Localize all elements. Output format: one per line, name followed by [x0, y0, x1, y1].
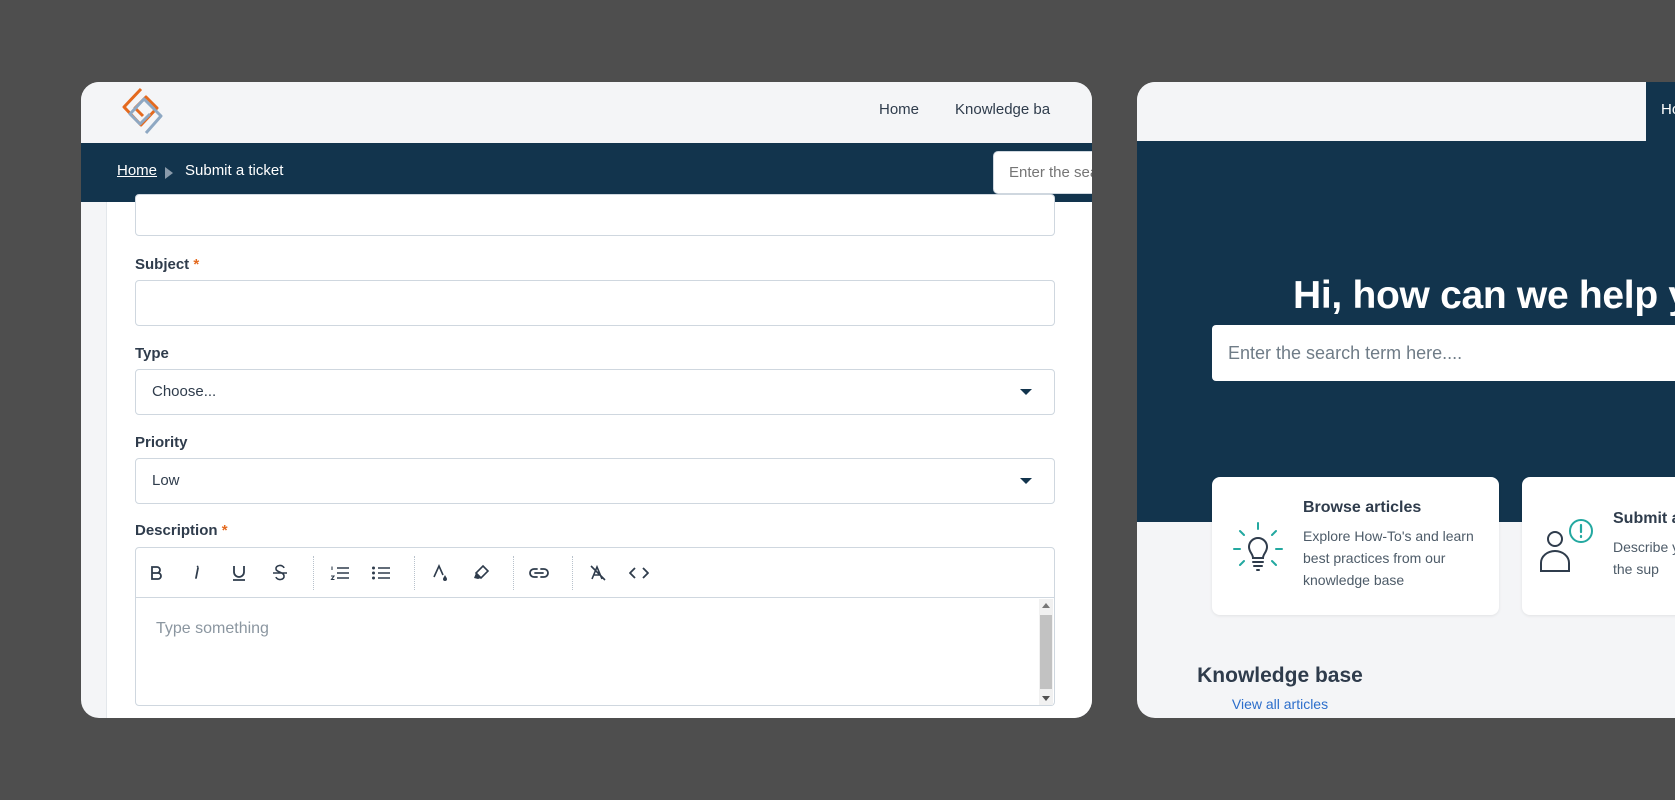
clear-formatting-icon[interactable] [585, 560, 611, 586]
brand-logo[interactable] [119, 86, 165, 138]
browse-articles-tile[interactable]: Browse articles Explore How-To's and lea… [1212, 477, 1499, 615]
breadcrumb-home-link[interactable]: Home [117, 162, 157, 179]
bullet-list-icon[interactable] [368, 560, 394, 586]
type-label: Type [135, 345, 169, 362]
top-navbar [1137, 82, 1675, 141]
top-navbar: Home Knowledge ba [81, 82, 1092, 143]
chevron-down-icon [1020, 389, 1032, 395]
person-alert-icon [1540, 519, 1593, 572]
chevron-down-icon [1020, 478, 1032, 484]
rich-text-editor[interactable]: Type something [135, 547, 1055, 706]
nav-home-active[interactable]: Ho [1646, 82, 1675, 141]
toolbar-divider [414, 556, 415, 590]
hero-title: Hi, how can we help yo [1293, 274, 1675, 317]
priority-label: Priority [135, 434, 188, 451]
toolbar-divider [572, 556, 573, 590]
previous-field-input[interactable] [135, 194, 1055, 236]
tile-title: Submit a [1613, 510, 1675, 527]
submit-ticket-tile[interactable]: Submit a Describe y up the sup [1522, 477, 1675, 615]
nav-home-link[interactable]: Home [879, 101, 919, 118]
tile-description: Describe y up the sup [1613, 539, 1675, 577]
header-search-input[interactable] [993, 151, 1092, 194]
numbered-list-icon[interactable] [327, 560, 353, 586]
toolbar-divider [313, 556, 314, 590]
view-all-articles-link[interactable]: View all articles [1137, 696, 1560, 712]
priority-select[interactable]: Low [135, 458, 1055, 504]
editor-placeholder: Type something [156, 620, 269, 637]
text-color-icon[interactable] [427, 560, 453, 586]
scrollbar-thumb[interactable] [1040, 615, 1052, 689]
breadcrumb-current: Submit a ticket [185, 162, 284, 179]
tile-description: Explore How-To's and learn best practice… [1303, 528, 1474, 588]
description-label: Description * [135, 522, 228, 539]
breadcrumb-separator-icon [165, 167, 173, 179]
toolbar-divider [513, 556, 514, 590]
tile-title: Browse articles [1303, 499, 1422, 516]
ticket-form-card: Home Knowledge ba Home Submit a ticket S… [81, 82, 1092, 718]
subject-label: Subject * [135, 256, 200, 273]
scroll-up-arrow-icon[interactable] [1042, 603, 1050, 608]
required-mark: * [221, 522, 228, 539]
type-select-value: Choose... [152, 383, 217, 400]
editor-toolbar [136, 548, 1054, 598]
subject-input[interactable] [135, 280, 1055, 326]
required-mark: * [193, 256, 200, 273]
highlight-icon[interactable] [468, 560, 494, 586]
editor-scrollbar[interactable] [1039, 599, 1053, 705]
scroll-down-arrow-icon[interactable] [1042, 696, 1050, 701]
underline-icon[interactable] [226, 560, 252, 586]
portal-home-card: Ho Hi, how can we help yo Browse article… [1137, 82, 1675, 718]
type-select[interactable]: Choose... [135, 369, 1055, 415]
strikethrough-icon[interactable] [267, 560, 293, 586]
nav-knowledge-base-link[interactable]: Knowledge ba [955, 101, 1050, 118]
link-icon[interactable] [526, 560, 552, 586]
knowledge-base-heading: Knowledge base [1197, 664, 1363, 687]
code-icon[interactable] [626, 560, 652, 586]
priority-select-value: Low [152, 472, 180, 489]
italic-icon[interactable] [184, 560, 210, 586]
bold-icon[interactable] [143, 560, 169, 586]
ticket-form: Subject * Type Choose... Priority Low De… [106, 194, 1092, 718]
hero-search-input[interactable] [1212, 325, 1675, 381]
lightbulb-icon [1233, 522, 1283, 571]
